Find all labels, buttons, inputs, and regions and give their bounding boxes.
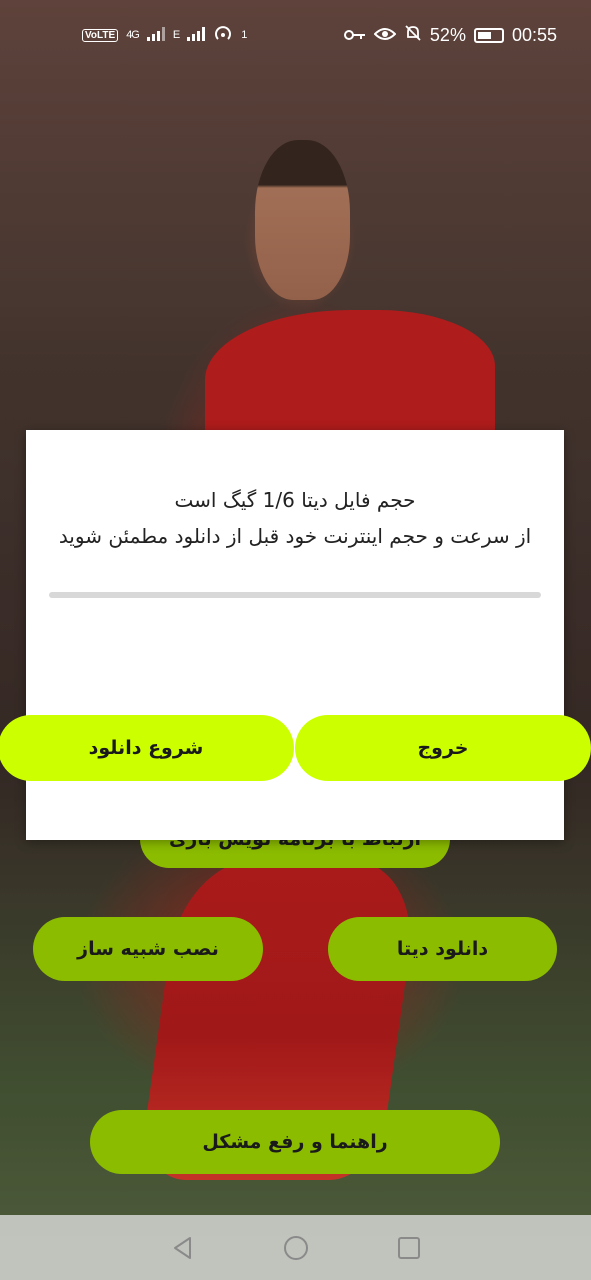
- download-data-button[interactable]: دانلود دیتا: [328, 917, 557, 981]
- help-troubleshoot-button[interactable]: راهنما و رفع مشکل: [90, 1110, 500, 1174]
- battery-percent: 52%: [429, 24, 466, 45]
- signal-icon: [146, 25, 165, 46]
- dialog-message: حجم فایل دیتا 1/6 گیگ است از سرعت و حجم …: [26, 482, 564, 554]
- home-icon[interactable]: [282, 1234, 310, 1262]
- battery-icon: [473, 27, 504, 43]
- hotspot-count: 1: [241, 29, 247, 41]
- status-left: VoLTE 4G E 1: [82, 24, 247, 47]
- download-progress-bar: [49, 592, 541, 598]
- clock: 00:55: [511, 24, 557, 45]
- exit-button[interactable]: خروج: [295, 715, 591, 781]
- volte-badge: VoLTE: [82, 28, 119, 42]
- key-icon: [343, 25, 366, 46]
- hotspot-icon: [213, 24, 233, 47]
- network-label: 4G: [126, 29, 140, 41]
- navigation-bar: [0, 1215, 591, 1280]
- signal-icon-2: [187, 25, 206, 46]
- status-right: 52% 00:55: [343, 24, 557, 47]
- install-emulator-button[interactable]: نصب شبیه ساز: [33, 917, 263, 981]
- status-bar: VoLTE 4G E 1 52% 00:55: [0, 0, 591, 70]
- recents-icon[interactable]: [395, 1234, 423, 1262]
- eye-icon: [373, 25, 397, 46]
- bell-off-icon: [404, 24, 422, 47]
- back-icon[interactable]: [169, 1234, 197, 1262]
- start-download-button[interactable]: شروع دانلود: [0, 715, 294, 781]
- dialog-message-line-2: از سرعت و حجم اینترنت خود قبل از دانلود …: [58, 524, 532, 548]
- download-dialog: حجم فایل دیتا 1/6 گیگ است از سرعت و حجم …: [0, 430, 591, 840]
- network-type-label: E: [172, 29, 180, 41]
- dialog-message-line-1: حجم فایل دیتا 1/6 گیگ است: [174, 488, 416, 512]
